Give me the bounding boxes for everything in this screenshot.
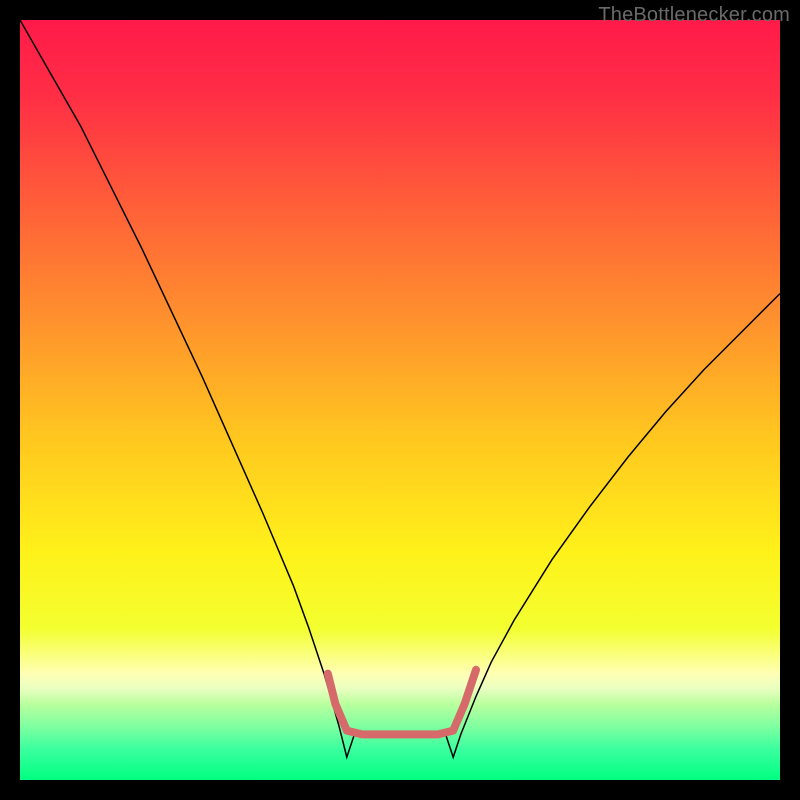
bottleneck-chart: [20, 20, 780, 780]
chart-background: [20, 20, 780, 780]
watermark-text: TheBottlenecker.com: [598, 4, 790, 27]
